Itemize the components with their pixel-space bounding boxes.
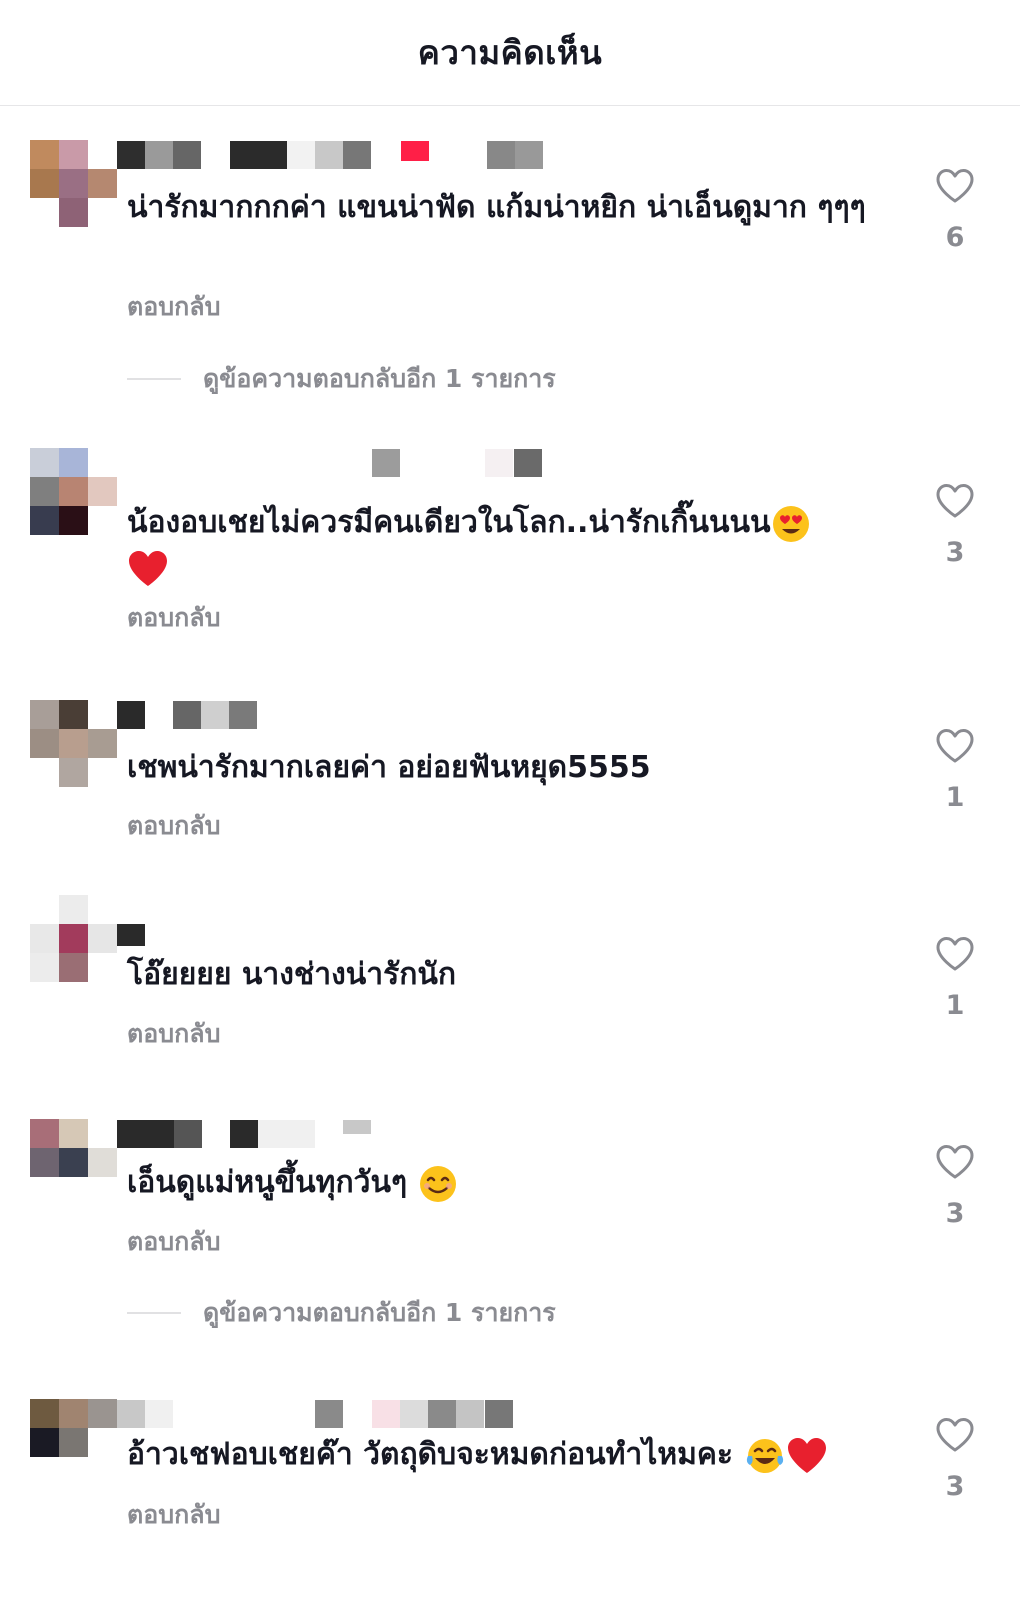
comment-text-content: เอ็นดูแม่หนูขึ้นทุกวันๆ xyxy=(127,1165,408,1200)
like-count: 3 xyxy=(945,1471,965,1502)
like-control: 1 xyxy=(925,936,985,1021)
avatar[interactable] xyxy=(30,895,117,982)
red-heart-emoji-icon xyxy=(787,1437,826,1473)
username-redacted[interactable] xyxy=(117,1120,567,1148)
view-more-replies[interactable]: ดูข้อความตอบกลับอีก 1 รายการ xyxy=(127,359,556,399)
comment-text: เชพน่ารักมากเลยค่า อย่อยฟันหยุด5555 xyxy=(127,750,651,785)
like-control: 3 xyxy=(925,483,985,568)
tears-of-joy-emoji-icon xyxy=(746,1438,783,1473)
username-redacted[interactable] xyxy=(117,701,567,729)
reply-button[interactable]: ตอบกลับ xyxy=(127,1495,220,1535)
like-count: 3 xyxy=(945,1198,965,1229)
like-count: 1 xyxy=(945,782,965,813)
comment-text-content: น้องอบเชยไม่ควรมีคนเดียวในโลก..น่ารักเกิ… xyxy=(127,505,771,540)
comment-text: น่ารักมากกกค่า แขนน่าฟัด แก้มน่าหยิก น่า… xyxy=(127,190,866,225)
username-redacted[interactable] xyxy=(117,1400,567,1428)
heart-outline-icon[interactable] xyxy=(935,936,975,972)
comment-text: อ้าวเชฟอบเชยค๊า วัตถุดิบจะหมดก่อนทำไหมคะ xyxy=(127,1432,867,1477)
smiling-face-emoji-icon xyxy=(419,1165,456,1202)
like-control: 3 xyxy=(925,1144,985,1229)
heart-eyes-emoji-icon xyxy=(772,505,809,542)
page-title: ความคิดเห็น xyxy=(417,33,603,72)
view-more-replies-label: ดูข้อความตอบกลับอีก 1 รายการ xyxy=(203,1298,556,1327)
username-redacted[interactable] xyxy=(117,141,567,169)
like-count: 3 xyxy=(945,537,965,568)
reply-button[interactable]: ตอบกลับ xyxy=(127,598,220,638)
like-control: 1 xyxy=(925,728,985,813)
red-heart-emoji-icon xyxy=(129,550,167,586)
username-redacted[interactable] xyxy=(117,449,567,477)
avatar[interactable] xyxy=(30,140,117,227)
like-control: 6 xyxy=(925,168,985,253)
heart-outline-icon[interactable] xyxy=(935,1144,975,1180)
comment-text: โอ๊ยยยย นางช่างน่ารักนัก xyxy=(127,957,457,992)
reply-button[interactable]: ตอบกลับ xyxy=(127,806,220,846)
view-more-replies[interactable]: ดูข้อความตอบกลับอีก 1 รายการ xyxy=(127,1293,556,1333)
like-count: 6 xyxy=(945,222,965,253)
reply-button[interactable]: ตอบกลับ xyxy=(127,1014,220,1054)
like-count: 1 xyxy=(945,990,965,1021)
avatar[interactable] xyxy=(30,1119,117,1205)
divider-line xyxy=(127,1312,181,1314)
comments-header: ความคิดเห็น xyxy=(0,0,1020,106)
comment-text: เอ็นดูแม่หนูขึ้นทุกวันๆ xyxy=(127,1160,867,1205)
reply-button[interactable]: ตอบกลับ xyxy=(127,1222,220,1262)
avatar[interactable] xyxy=(30,1399,117,1485)
divider-line xyxy=(127,378,181,380)
reply-button[interactable]: ตอบกลับ xyxy=(127,287,220,327)
comment-text-content: อ้าวเชฟอบเชยค๊า วัตถุดิบจะหมดก่อนทำไหมคะ xyxy=(127,1437,734,1472)
heart-outline-icon[interactable] xyxy=(935,728,975,764)
view-more-replies-label: ดูข้อความตอบกลับอีก 1 รายการ xyxy=(203,364,556,393)
heart-outline-icon[interactable] xyxy=(935,483,975,519)
heart-outline-icon[interactable] xyxy=(935,1417,975,1453)
heart-outline-icon[interactable] xyxy=(935,168,975,204)
comment-text: น้องอบเชยไม่ควรมีคนเดียวในโลก..น่ารักเกิ… xyxy=(127,500,867,590)
avatar[interactable] xyxy=(30,448,117,535)
avatar[interactable] xyxy=(30,700,117,787)
username-redacted[interactable] xyxy=(117,924,567,952)
like-control: 3 xyxy=(925,1417,985,1502)
